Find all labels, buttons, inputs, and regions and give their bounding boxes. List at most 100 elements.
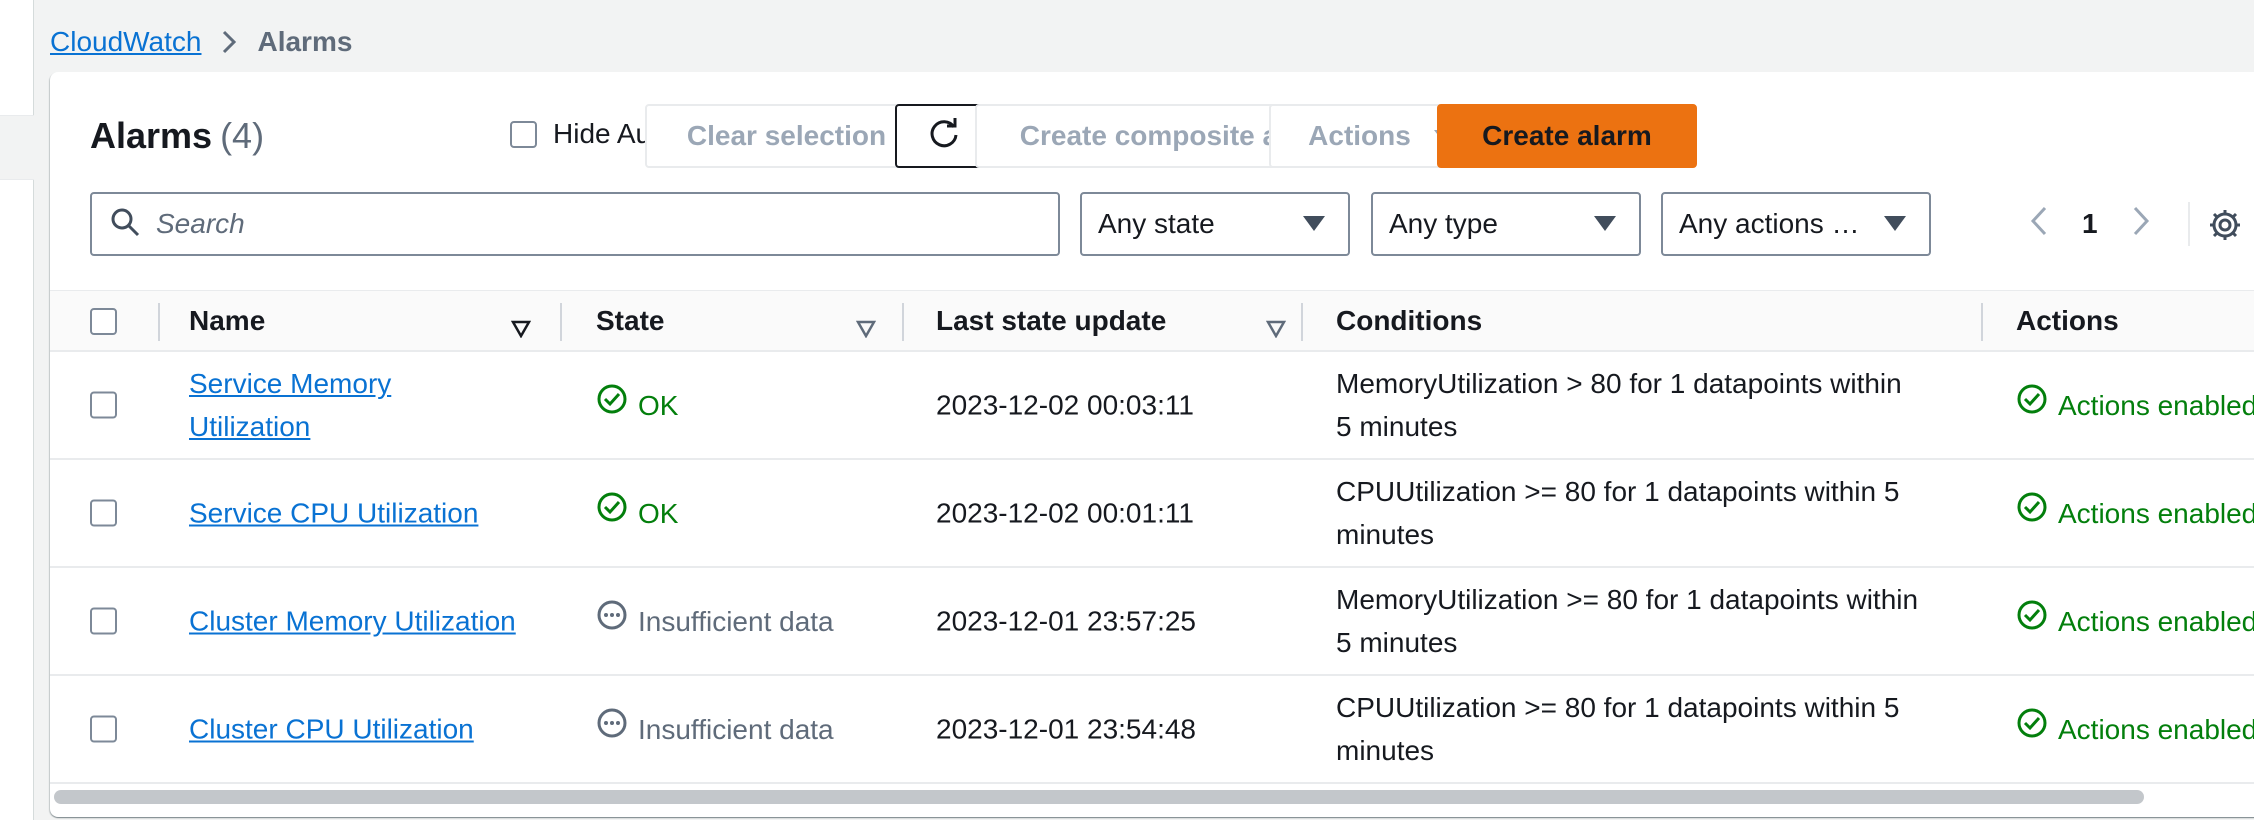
table-row[interactable]: Service Memory Utilization OK 2023-12-02 … (50, 352, 2254, 460)
last-update-cell: 2023-12-02 00:03:11 (936, 389, 1194, 421)
state-text: OK (638, 389, 679, 421)
column-header-conditions: Conditions (1336, 291, 1482, 351)
actions-cell: Actions enabled (2016, 383, 2254, 427)
search-input[interactable] (156, 208, 1006, 240)
current-page[interactable]: 1 (2082, 208, 2098, 240)
breadcrumb-current: Alarms (257, 26, 353, 57)
actions-cell: Actions enabled (2016, 599, 2254, 643)
side-navigation-band (0, 115, 34, 180)
page-title: Alarms (4) (90, 115, 264, 157)
horizontal-scrollbar[interactable] (54, 790, 2144, 804)
alarm-count: (4) (220, 115, 265, 156)
state-text: Insufficient data (638, 713, 834, 745)
table-head: Name State Last state update Conditions … (50, 290, 2254, 352)
last-update-cell: 2023-12-02 00:01:11 (936, 497, 1194, 529)
sort-caret-icon (510, 313, 532, 345)
last-update-cell: 2023-12-01 23:54:48 (936, 713, 1196, 745)
type-filter-select[interactable]: Any type (1371, 192, 1641, 256)
state-filter-select[interactable]: Any state (1080, 192, 1350, 256)
pager-divider (2188, 202, 2190, 246)
conditions-cell: CPUUtilization >= 80 for 1 datapoints wi… (1336, 692, 1900, 766)
table-row[interactable]: Cluster Memory Utilization Insufficient … (50, 568, 2254, 676)
alarm-name-link[interactable]: Service Memory Utilization (189, 368, 391, 442)
column-conditions-label: Conditions (1336, 305, 1483, 336)
column-last-update-label: Last state update (936, 305, 1167, 336)
column-header-name[interactable]: Name (189, 291, 579, 351)
column-separator (1301, 303, 1303, 341)
select-all-checkbox[interactable] (90, 307, 117, 335)
actions-status-text: Actions enabled (2058, 713, 2254, 745)
hide-autoscaling-checkbox[interactable] (510, 120, 537, 148)
select-all-cell (90, 291, 117, 351)
chevron-right-icon[interactable] (2132, 205, 2150, 244)
filter-row: Any state Any type Any actions … 1 (90, 192, 2254, 258)
breadcrumb-cloudwatch-link[interactable]: CloudWatch (50, 26, 201, 58)
alarm-name-link[interactable]: Cluster Memory Utilization (189, 606, 516, 637)
conditions-cell: CPUUtilization >= 80 for 1 datapoints wi… (1336, 476, 1900, 550)
caret-down-icon (1593, 208, 1617, 240)
sort-caret-icon (855, 313, 877, 345)
check-circle-icon (2016, 383, 2048, 427)
state-text: OK (638, 497, 679, 529)
alarm-name-cell: Cluster Memory Utilization (189, 600, 516, 643)
alarm-name-cell: Cluster CPU Utilization (189, 708, 474, 751)
check-circle-icon (2016, 491, 2048, 535)
column-header-last-update[interactable]: Last state update (936, 291, 1336, 351)
alarms-table-container: Alarms (4) Hide Auto Scaling alarms Clea… (50, 72, 2254, 817)
actions-status-text: Actions enabled (2058, 389, 2254, 421)
check-circle-icon (2016, 707, 2048, 751)
row-select-checkbox[interactable] (90, 715, 117, 743)
state-cell: OK (596, 491, 678, 535)
actions-label: Actions (1308, 120, 1411, 151)
pagination: 1 (2030, 192, 2240, 256)
refresh-icon (926, 115, 962, 158)
alarms-table: Name State Last state update Conditions … (50, 290, 2254, 784)
ellipsis-circle-icon (596, 599, 628, 643)
create-alarm-button[interactable]: Create alarm (1437, 104, 1697, 168)
title-text: Alarms (90, 115, 213, 156)
table-row[interactable]: Service CPU Utilization OK 2023-12-02 00… (50, 460, 2254, 568)
clear-selection-label: Clear selection (686, 120, 887, 151)
column-name-label: Name (189, 305, 266, 336)
conditions-cell: MemoryUtilization > 80 for 1 datapoints … (1336, 368, 1902, 442)
actions-cell: Actions enabled (2016, 707, 2254, 751)
column-separator (560, 303, 562, 341)
column-actions-label: Actions (2016, 305, 2119, 336)
column-header-state[interactable]: State (596, 291, 926, 351)
actions-status-text: Actions enabled (2058, 497, 2254, 529)
actions-status-text: Actions enabled (2058, 605, 2254, 637)
state-text: Insufficient data (638, 605, 834, 637)
breadcrumb: CloudWatch Alarms (50, 22, 352, 62)
actions-filter-select[interactable]: Any actions … (1661, 192, 1931, 256)
check-circle-icon (596, 491, 628, 535)
chevron-left-icon[interactable] (2030, 205, 2048, 244)
table-row[interactable]: Cluster CPU Utilization Insufficient dat… (50, 676, 2254, 784)
gear-icon[interactable] (2208, 208, 2242, 249)
side-navigation (0, 0, 34, 820)
search-icon (110, 207, 140, 242)
column-state-label: State (596, 305, 665, 336)
row-select-checkbox[interactable] (90, 391, 117, 419)
type-filter-value: Any type (1389, 208, 1498, 239)
column-separator (1981, 303, 1983, 341)
ellipsis-circle-icon (596, 707, 628, 751)
state-cell: Insufficient data (596, 599, 834, 643)
actions-cell: Actions enabled (2016, 491, 2254, 535)
search-field[interactable] (90, 192, 1060, 256)
state-cell: Insufficient data (596, 707, 834, 751)
row-select-checkbox[interactable] (90, 607, 117, 635)
clear-selection-button[interactable]: Clear selection (645, 104, 928, 168)
state-filter-value: Any state (1098, 208, 1215, 239)
create-alarm-label: Create alarm (1482, 120, 1652, 151)
column-separator (158, 303, 160, 341)
actions-filter-value: Any actions … (1679, 208, 1860, 239)
row-select-checkbox[interactable] (90, 499, 117, 527)
state-cell: OK (596, 383, 678, 427)
check-circle-icon (2016, 599, 2048, 643)
column-header-actions: Actions (2016, 291, 2119, 351)
check-circle-icon (596, 383, 628, 427)
alarm-name-link[interactable]: Service CPU Utilization (189, 498, 478, 529)
alarm-name-link[interactable]: Cluster CPU Utilization (189, 714, 474, 745)
alarm-name-cell: Service CPU Utilization (189, 492, 478, 535)
table-header-row: Alarms (4) Hide Auto Scaling alarms Clea… (90, 104, 2254, 168)
